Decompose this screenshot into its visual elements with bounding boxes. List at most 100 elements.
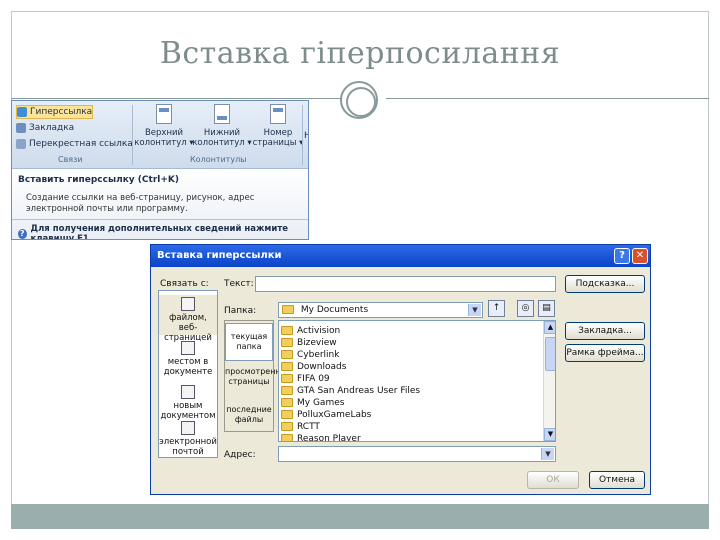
tooltip-footer-text: Для получения дополнительных сведений на… bbox=[30, 224, 289, 240]
cancel-button[interactable]: Отмена bbox=[589, 471, 645, 489]
group-links-label: Связи bbox=[58, 155, 83, 164]
ok-button[interactable]: ОК bbox=[527, 471, 579, 489]
file-name: FIFA 09 bbox=[297, 373, 330, 384]
file-name: Cyberlink bbox=[297, 349, 340, 360]
file-list: Activision Bizeview Cyberlink Downloads … bbox=[278, 320, 556, 442]
dialog-title-bar: Вставка гиперссылки bbox=[151, 245, 650, 267]
chevron-down-icon: ▼ bbox=[468, 304, 481, 316]
browsed-pages-option[interactable]: просмотренные страницы bbox=[225, 365, 292, 401]
hyperlink-label: Гиперссылка bbox=[30, 107, 93, 117]
target-frame-button[interactable]: Рамка фрейма... bbox=[565, 344, 645, 362]
file-name: Downloads bbox=[297, 361, 347, 372]
file-list-scrollbar[interactable]: ▲ ▼ bbox=[543, 321, 555, 441]
bookmark-icon bbox=[16, 123, 26, 133]
link-to-web-page[interactable]: файлом, веб-страницей bbox=[159, 295, 217, 343]
slide-title: Вставка гіперпосилання bbox=[159, 36, 561, 71]
folder-icon bbox=[281, 386, 293, 395]
ribbon-separator bbox=[302, 105, 303, 165]
folder-icon bbox=[281, 398, 293, 407]
file-name: Bizeview bbox=[297, 337, 337, 348]
bookmark-button[interactable]: Закладка... bbox=[565, 322, 645, 340]
text-input[interactable] bbox=[255, 276, 556, 292]
cross-reference-icon bbox=[16, 139, 26, 149]
folder-icon bbox=[282, 305, 294, 314]
ribbon-cut-label: Н bbox=[304, 131, 308, 141]
chevron-down-icon: ▼ bbox=[541, 448, 554, 460]
cross-reference-label: Перекрестная ссылка bbox=[29, 139, 133, 149]
look-in-bar: текущая папка просмотренные страницы пос… bbox=[224, 320, 292, 432]
insert-hyperlink-dialog: Вставка гиперссылки ? ✕ Связать с: Текст… bbox=[150, 244, 651, 495]
footer-button[interactable]: Нижний колонтитул ▾ bbox=[192, 104, 252, 148]
address-input[interactable]: ▼ bbox=[278, 446, 556, 462]
current-folder-option[interactable]: текущая папка bbox=[225, 323, 273, 361]
folder-dropdown[interactable]: My Documents ▼ bbox=[278, 302, 483, 318]
file-name: My Games bbox=[297, 397, 345, 408]
recent-files-option[interactable]: последние файлы bbox=[225, 403, 273, 431]
file-name: Activision bbox=[297, 325, 341, 336]
new-document-icon bbox=[181, 385, 195, 399]
circle-ornament-icon bbox=[340, 81, 378, 119]
scroll-up-icon[interactable]: ▲ bbox=[544, 321, 555, 334]
hyperlink-button[interactable]: Гиперссылка bbox=[16, 105, 94, 119]
file-name: RCTT bbox=[297, 421, 320, 432]
email-icon bbox=[181, 421, 195, 435]
link-option-label: местом в документе bbox=[163, 357, 213, 377]
globe-link-icon bbox=[17, 107, 27, 117]
link-to-label: Связать с: bbox=[160, 279, 209, 289]
help-button[interactable]: ? bbox=[614, 248, 630, 264]
folder-icon bbox=[281, 338, 293, 347]
slide-footer-bar bbox=[11, 504, 709, 529]
cross-reference-button[interactable]: Перекрестная ссылка bbox=[16, 137, 133, 151]
ribbon-screenshot: Гиперссылка Закладка Перекрестная ссылка… bbox=[11, 100, 309, 240]
header-button[interactable]: Верхний колонтитул ▾ bbox=[134, 104, 194, 148]
page-number-button[interactable]: Номер страницы ▾ bbox=[248, 104, 308, 148]
folder-icon bbox=[281, 362, 293, 371]
tooltip-body: Создание ссылки на веб-страницу, рисунок… bbox=[26, 193, 255, 214]
list-item[interactable]: Reason Player bbox=[281, 432, 361, 442]
bookmark-button[interactable]: Закладка bbox=[16, 121, 74, 135]
help-icon: ? bbox=[18, 229, 27, 239]
folder-icon bbox=[281, 422, 293, 431]
header-label: Верхний колонтитул ▾ bbox=[134, 128, 194, 148]
dialog-title: Вставка гиперссылки bbox=[157, 250, 282, 261]
ribbon-separator bbox=[132, 105, 133, 165]
link-to-new-document[interactable]: новым документом bbox=[159, 383, 217, 423]
folder-icon bbox=[281, 326, 293, 335]
text-label: Текст: bbox=[224, 279, 254, 289]
folder-icon bbox=[281, 374, 293, 383]
web-page-icon bbox=[181, 297, 195, 311]
group-header-footer-label: Колонтитулы bbox=[190, 155, 247, 164]
address-label: Адрес: bbox=[224, 450, 256, 460]
up-folder-icon[interactable]: ↑ bbox=[488, 300, 505, 317]
page-number-label: Номер страницы ▾ bbox=[252, 128, 304, 148]
browse-file-icon[interactable]: ▤ bbox=[538, 300, 555, 317]
tooltip-title: Вставить гиперссылку (Ctrl+K) bbox=[18, 175, 179, 185]
close-button[interactable]: ✕ bbox=[632, 248, 648, 264]
hyperlink-tooltip: Вставить гиперссылку (Ctrl+K) Создание с… bbox=[12, 169, 308, 240]
folder-label: Папка: bbox=[224, 306, 257, 316]
bookmark-place-icon bbox=[181, 341, 195, 355]
scroll-thumb[interactable] bbox=[545, 337, 555, 371]
scroll-down-icon[interactable]: ▼ bbox=[544, 428, 555, 441]
title-divider-right bbox=[386, 98, 709, 99]
link-to-place-in-document[interactable]: местом в документе bbox=[159, 339, 217, 379]
browse-web-icon[interactable]: ◎ bbox=[517, 300, 534, 317]
footer-icon bbox=[214, 104, 230, 124]
file-name: Reason Player bbox=[297, 433, 361, 442]
bookmark-label: Закладка bbox=[29, 123, 75, 133]
page-number-icon bbox=[270, 104, 286, 124]
link-to-bar: файлом, веб-страницей местом в документе… bbox=[158, 290, 218, 458]
tooltip-footer: ? Для получения дополнительных сведений … bbox=[12, 219, 308, 240]
file-name: GTA San Andreas User Files bbox=[297, 385, 421, 396]
footer-label: Нижний колонтитул ▾ bbox=[192, 128, 252, 148]
file-name: PolluxGameLabs bbox=[297, 409, 372, 420]
folder-icon bbox=[281, 410, 293, 419]
folder-icon bbox=[281, 434, 293, 441]
link-option-label: новым документом bbox=[160, 401, 216, 421]
folder-value: My Documents bbox=[300, 305, 369, 315]
link-to-email[interactable]: электронной почтой bbox=[159, 419, 217, 459]
link-option-label: электронной почтой bbox=[159, 437, 217, 457]
folder-icon bbox=[281, 350, 293, 359]
screentip-button[interactable]: Подсказка... bbox=[565, 275, 645, 293]
title-divider-left bbox=[11, 98, 341, 99]
